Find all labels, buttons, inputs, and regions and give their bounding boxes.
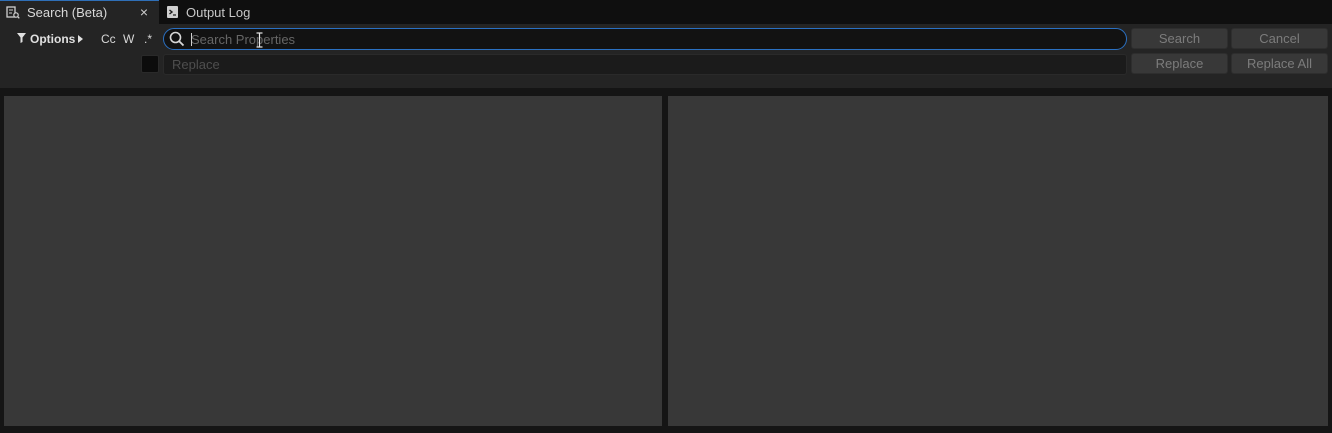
- tab-bar: Search (Beta) × Output Log: [0, 0, 1332, 24]
- ibeam-cursor-icon: [256, 32, 263, 51]
- tab-label: Search (Beta): [27, 5, 108, 20]
- tab-label: Output Log: [186, 4, 251, 20]
- options-label: Options: [30, 32, 76, 46]
- close-icon[interactable]: ×: [140, 5, 148, 19]
- cancel-button[interactable]: Cancel: [1231, 28, 1328, 49]
- filter-icon: [17, 32, 26, 46]
- results-area: [0, 88, 1332, 433]
- replace-field[interactable]: [163, 54, 1127, 75]
- caret-right-icon: [78, 32, 84, 46]
- whole-word-toggle[interactable]: W: [123, 31, 134, 47]
- regex-toggle[interactable]: .*: [144, 31, 152, 47]
- search-toolbar: Options Cc W .* Search Cancel Replace Re…: [0, 24, 1332, 88]
- search-input[interactable]: [191, 31, 1126, 47]
- search-beta-icon: [6, 6, 20, 20]
- search-field[interactable]: [163, 28, 1127, 50]
- tab-search-beta[interactable]: Search (Beta) ×: [0, 0, 159, 24]
- match-case-toggle[interactable]: Cc: [101, 31, 116, 47]
- results-tree-pane[interactable]: [4, 96, 662, 426]
- replace-all-button[interactable]: Replace All: [1231, 53, 1328, 74]
- details-pane[interactable]: [668, 96, 1328, 426]
- search-icon: [169, 31, 185, 47]
- output-log-icon: [165, 5, 179, 19]
- options-dropdown[interactable]: Options: [17, 31, 84, 47]
- replace-input[interactable]: [172, 57, 1126, 72]
- text-caret: [191, 33, 192, 46]
- replace-checkbox[interactable]: [141, 55, 159, 73]
- replace-button[interactable]: Replace: [1131, 53, 1228, 74]
- search-button[interactable]: Search: [1131, 28, 1228, 49]
- tab-output-log[interactable]: Output Log: [159, 0, 269, 24]
